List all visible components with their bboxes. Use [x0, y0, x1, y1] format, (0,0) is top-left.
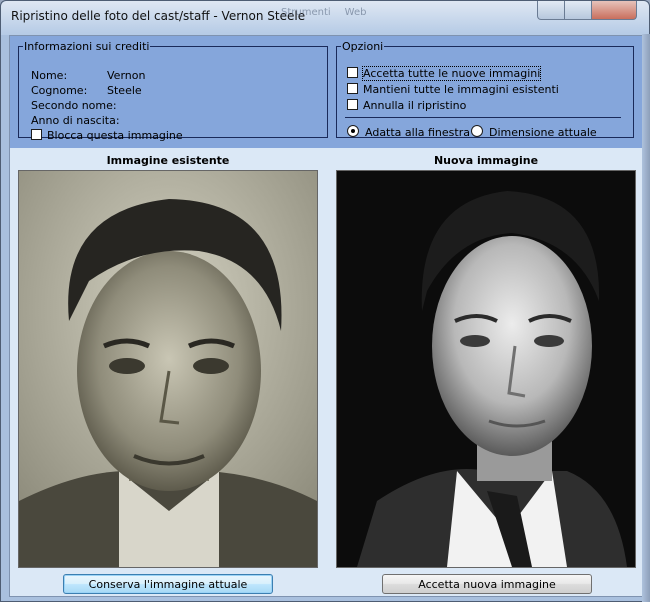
- options-separator: [345, 117, 621, 118]
- lock-image-checkbox[interactable]: Blocca questa immagine: [31, 129, 183, 142]
- existing-portrait-icon: [19, 171, 317, 567]
- close-button[interactable]: [591, 1, 637, 20]
- last-name-label: Cognome:: [31, 84, 88, 97]
- actual-size-radio[interactable]: Dimensione attuale: [471, 125, 597, 139]
- existing-image-photo: [18, 170, 318, 568]
- window-title: Ripristino delle foto del cast/staff - V…: [11, 9, 306, 23]
- dialog-client-area: Informazioni sui crediti Nome: Vernon Co…: [9, 35, 643, 597]
- keep-all-label: Mantieni tutte le immagini esistenti: [363, 83, 559, 96]
- keep-current-image-button[interactable]: Conserva l'immagine attuale: [63, 574, 273, 594]
- accept-all-checkbox[interactable]: Accetta tutte le nuove immagini: [347, 66, 542, 81]
- credits-legend: Informazioni sui crediti: [24, 40, 150, 53]
- maximize-button[interactable]: [564, 1, 592, 20]
- new-portrait-icon: [337, 171, 635, 567]
- fit-window-radio[interactable]: Adatta alla finestra: [347, 125, 470, 139]
- lock-image-checkbox-box[interactable]: [31, 129, 42, 140]
- actual-size-label: Dimensione attuale: [489, 126, 597, 139]
- actual-size-radio-dot[interactable]: [471, 125, 483, 137]
- options-group: Opzioni Accetta tutte le nuove immagini …: [336, 40, 634, 139]
- first-name-value: Vernon: [107, 69, 146, 82]
- accept-all-label: Accetta tutte le nuove immagini: [361, 66, 542, 81]
- minimize-button[interactable]: [537, 1, 565, 20]
- options-legend: Opzioni: [342, 40, 384, 53]
- last-name-value: Steele: [107, 84, 142, 97]
- accept-new-image-button[interactable]: Accetta nuova immagine: [382, 574, 592, 594]
- fit-window-radio-dot[interactable]: [347, 125, 359, 137]
- middle-name-label: Secondo nome:: [31, 99, 117, 112]
- birth-year-label: Anno di nascita:: [31, 114, 120, 127]
- credits-group: Informazioni sui crediti Nome: Vernon Co…: [18, 40, 328, 142]
- top-panel: Informazioni sui crediti Nome: Vernon Co…: [10, 36, 642, 148]
- window-right-edge: [642, 34, 650, 602]
- cancel-restore-checkbox-box[interactable]: [347, 99, 358, 110]
- keep-all-checkbox-box[interactable]: [347, 83, 358, 94]
- dialog-window: Ripristino delle foto del cast/staff - V…: [0, 0, 650, 602]
- cancel-restore-label: Annulla il ripristino: [363, 99, 467, 112]
- lock-image-label: Blocca questa immagine: [47, 129, 183, 142]
- first-name-label: Nome:: [31, 69, 68, 82]
- existing-image-heading: Immagine esistente: [106, 154, 230, 167]
- keep-all-checkbox[interactable]: Mantieni tutte le immagini esistenti: [347, 83, 559, 96]
- new-image-heading: Nuova immagine: [433, 154, 539, 167]
- background-menu-ghost: Strumenti Web: [281, 7, 367, 18]
- accept-all-checkbox-box[interactable]: [347, 67, 358, 78]
- title-bar[interactable]: Ripristino delle foto del cast/staff - V…: [1, 1, 649, 35]
- cancel-restore-checkbox[interactable]: Annulla il ripristino: [347, 99, 466, 112]
- fit-window-label: Adatta alla finestra: [365, 126, 470, 139]
- new-image-photo: [336, 170, 636, 568]
